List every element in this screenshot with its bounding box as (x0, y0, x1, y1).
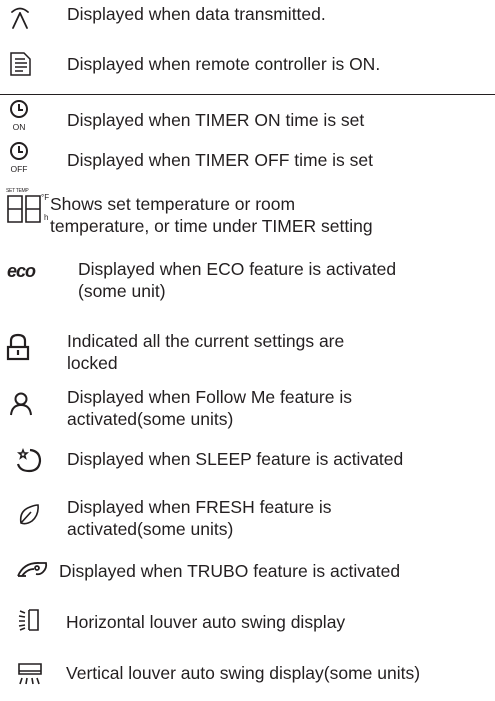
row-text: Displayed when TRUBO feature is activate… (59, 561, 401, 581)
row-text-line-1: Shows set temperature or room (50, 194, 296, 214)
row-text-line-2: (some unit) (78, 281, 166, 301)
section-divider (0, 94, 495, 95)
row-text-line-2: activated(some units) (67, 409, 234, 429)
row-text-line-1: Displayed when FRESH feature is (67, 497, 332, 517)
timer-on-label: ON (12, 122, 26, 132)
temperature-display-icon (6, 194, 46, 224)
fresh-icon (18, 503, 40, 525)
row-text: Displayed when remote controller is ON. (67, 54, 381, 74)
sleep-icon (16, 447, 42, 473)
eco-icon: eco (7, 261, 36, 281)
row-text-line-1: Displayed when Follow Me feature is (67, 387, 352, 407)
transmit-icon (8, 6, 32, 30)
row-text: Displayed when TIMER ON time is set (67, 110, 365, 130)
row-text-line-2: temperature, or time under TIMER setting (50, 216, 373, 236)
row-text-line-1: Displayed when ECO feature is activated (78, 259, 397, 279)
timer-off-icon (8, 141, 30, 161)
follow-me-icon (9, 392, 33, 416)
row-text-line-2: activated(some units) (67, 519, 234, 539)
row-text: Horizontal louver auto swing display (66, 612, 346, 632)
row-text: Displayed when TIMER OFF time is set (67, 150, 374, 170)
row-text: Vertical louver auto swing display(some … (66, 663, 421, 683)
turbo-icon (16, 560, 48, 582)
hour-label: h (44, 213, 49, 222)
horizontal-swing-icon (18, 608, 44, 632)
row-text: Displayed when SLEEP feature is activate… (67, 449, 404, 469)
row-text-line-2: locked (67, 353, 118, 373)
fahrenheit-label: °F (41, 193, 50, 202)
timer-on-icon (8, 99, 30, 119)
row-text: Displayed when data transmitted. (67, 4, 326, 24)
row-text-line-1: Indicated all the current settings are (67, 331, 345, 351)
lock-icon (6, 333, 30, 361)
vertical-swing-icon (17, 662, 43, 686)
remote-on-icon (10, 52, 32, 76)
timer-off-label: OFF (10, 164, 28, 174)
